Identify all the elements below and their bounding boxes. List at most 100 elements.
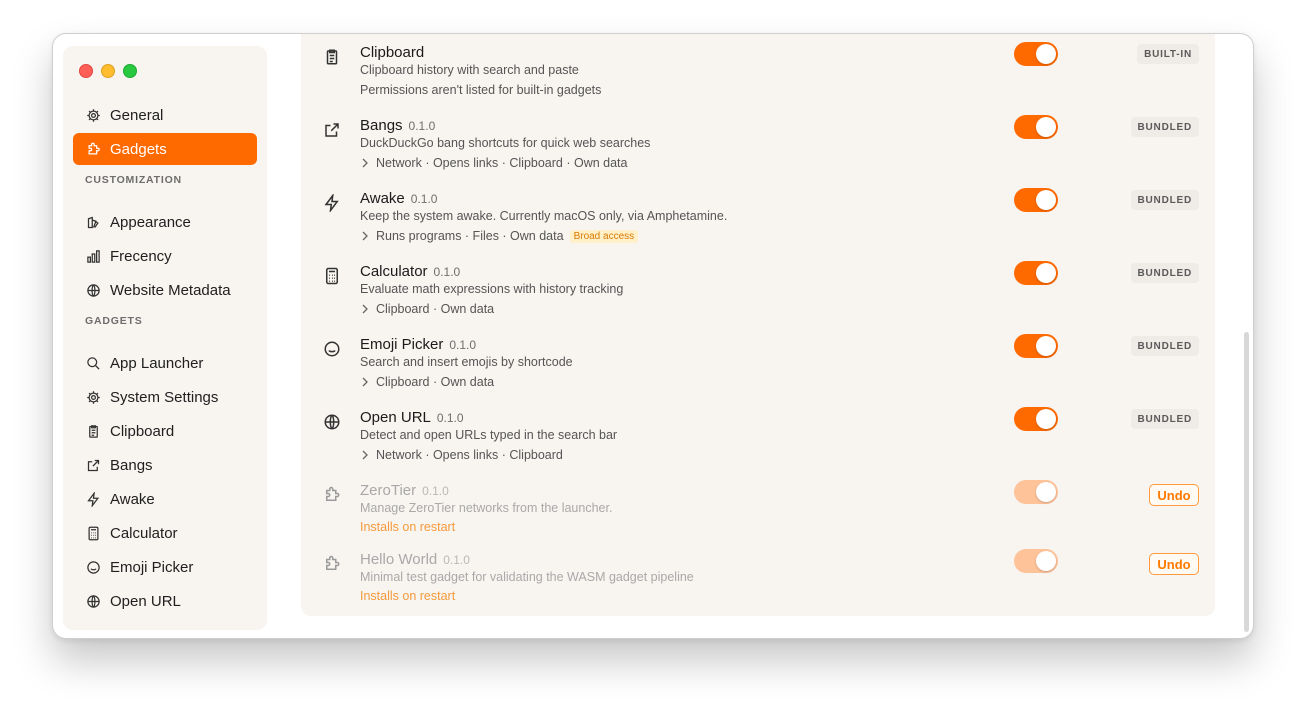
appearance-icon (85, 214, 101, 230)
gadget-badge: BUILT-IN (1137, 44, 1199, 64)
puzzle-icon (85, 141, 101, 157)
lightning-icon (321, 192, 343, 214)
gadget-permissions-expander[interactable]: Network · Opens links · Clipboard · Own … (360, 156, 627, 170)
undo-button[interactable]: Undo (1149, 553, 1199, 575)
clipboard-icon (321, 46, 343, 68)
sidebar-item-clipboard[interactable]: Clipboard (73, 415, 257, 447)
sidebar-item-label: App Launcher (110, 354, 204, 372)
sidebar-item-calculator[interactable]: Calculator (73, 517, 257, 549)
settings-window: General Gadgets CUSTOMIZATION Appearance… (52, 33, 1254, 639)
gadget-enable-toggle[interactable] (1014, 42, 1058, 66)
gadget-enable-toggle[interactable] (1014, 188, 1058, 212)
gadget-description: DuckDuckGo bang shortcuts for quick web … (360, 136, 651, 150)
gadget-name: Hello World (360, 551, 438, 568)
zoom-window-button[interactable] (123, 64, 137, 78)
minimize-window-button[interactable] (101, 64, 115, 78)
gadget-permissions-expander[interactable]: Runs programs · Files · Own data Broad a… (360, 229, 639, 243)
sidebar-item-bangs[interactable]: Bangs (73, 449, 257, 481)
sidebar-item-emoji-picker[interactable]: Emoji Picker (73, 551, 257, 583)
chevron-right-icon (360, 231, 370, 241)
gadget-enable-toggle[interactable] (1014, 480, 1058, 504)
toggle-knob (1036, 263, 1056, 283)
sidebar-item-label: Appearance (110, 213, 191, 231)
sidebar-item-label: Frecency (110, 247, 172, 265)
gadget-name: Emoji Picker (360, 336, 444, 353)
gadget-enable-toggle[interactable] (1014, 549, 1058, 573)
globe-icon (321, 411, 343, 433)
gadget-row-emoji-picker: Emoji Picker 0.1.0 Search and insert emo… (301, 326, 1215, 394)
gadget-enable-toggle[interactable] (1014, 334, 1058, 358)
globe-icon (85, 282, 101, 298)
gadget-permissions-expander[interactable]: Clipboard · Own data (360, 375, 494, 389)
gadget-permissions: Network · Opens links · Clipboard · Own … (376, 156, 628, 170)
calculator-icon (321, 265, 343, 287)
gadget-version: 0.1.0 (436, 411, 464, 425)
sidebar-item-website-metadata[interactable]: Website Metadata (73, 274, 257, 306)
gadget-description: Manage ZeroTier networks from the launch… (360, 501, 613, 515)
gadget-enable-toggle[interactable] (1014, 115, 1058, 139)
gadget-version: 0.1.0 (410, 192, 438, 206)
gadget-permissions-expander[interactable]: Network · Opens links · Clipboard (360, 448, 563, 462)
sidebar-item-appearance[interactable]: Appearance (73, 206, 257, 238)
sidebar-item-open-url[interactable]: Open URL (73, 585, 257, 617)
gadget-row-hello-world: Hello World 0.1.0 Minimal test gadget fo… (301, 541, 1215, 609)
gadget-badge: BUNDLED (1130, 117, 1199, 137)
toggle-knob (1036, 44, 1056, 64)
calculator-icon (85, 525, 101, 541)
sidebar-item-frecency[interactable]: Frecency (73, 240, 257, 272)
toggle-knob (1036, 551, 1056, 571)
gadget-badge: BUNDLED (1130, 190, 1199, 210)
sidebar-item-app-launcher[interactable]: App Launcher (73, 347, 257, 379)
sidebar-item-label: Open URL (110, 592, 181, 610)
gadget-row-awake: Awake 0.1.0 Keep the system awake. Curre… (301, 180, 1215, 248)
gadget-name: Bangs (360, 117, 403, 134)
gadget-badge: BUNDLED (1130, 263, 1199, 283)
puzzle-icon (321, 484, 343, 506)
scrollbar[interactable] (1244, 332, 1249, 632)
gadget-enable-toggle[interactable] (1014, 261, 1058, 285)
clipboard-icon (85, 423, 101, 439)
gadget-install-status: Installs on restart (360, 520, 456, 534)
toggle-knob (1036, 336, 1056, 356)
sidebar-item-system-settings[interactable]: System Settings (73, 381, 257, 413)
toggle-knob (1036, 409, 1056, 429)
chevron-right-icon (360, 450, 370, 460)
gadget-version: 0.1.0 (408, 119, 436, 133)
toggle-knob (1036, 482, 1056, 502)
smiley-icon (321, 338, 343, 360)
gadget-description: Minimal test gadget for validating the W… (360, 570, 694, 584)
gadget-row-bangs: Bangs 0.1.0 DuckDuckGo bang shortcuts fo… (301, 107, 1215, 175)
gadgets-list: Clipboard Clipboard history with search … (301, 34, 1215, 616)
external-link-icon (321, 119, 343, 141)
gadget-version: 0.1.0 (443, 553, 470, 567)
gadget-enable-toggle[interactable] (1014, 407, 1058, 431)
gadget-name: Calculator (360, 263, 428, 280)
sidebar-item-label: Gadgets (110, 140, 167, 158)
gear-icon (85, 389, 101, 405)
smiley-icon (85, 559, 101, 575)
external-link-icon (85, 457, 101, 473)
sidebar-item-gadgets[interactable]: Gadgets (73, 133, 257, 165)
chevron-right-icon (360, 377, 370, 387)
undo-button[interactable]: Undo (1149, 484, 1199, 506)
broad-access-badge: Broad access (569, 229, 639, 243)
sidebar-item-label: Clipboard (110, 422, 175, 440)
gadget-permissions: Clipboard · Own data (376, 302, 495, 316)
gadget-permissions-expander[interactable]: Clipboard · Own data (360, 302, 494, 316)
sidebar-item-label: Emoji Picker (110, 558, 194, 576)
sidebar-item-label: General (110, 106, 164, 124)
sidebar-item-general[interactable]: General (73, 99, 257, 131)
gadget-row-zerotier: ZeroTier 0.1.0 Manage ZeroTier networks … (301, 472, 1215, 540)
gadget-permissions-note: Permissions aren't listed for built-in g… (360, 83, 602, 97)
gadget-name: Open URL (360, 409, 431, 426)
traffic-lights (79, 64, 137, 78)
toggle-knob (1036, 190, 1056, 210)
close-window-button[interactable] (79, 64, 93, 78)
sidebar-item-label: Calculator (110, 524, 178, 542)
gadget-badge: BUNDLED (1130, 336, 1199, 356)
sidebar-item-awake[interactable]: Awake (73, 483, 257, 515)
sidebar-item-label: System Settings (110, 388, 219, 406)
gadget-row-open-url: Open URL 0.1.0 Detect and open URLs type… (301, 399, 1215, 467)
search-icon (85, 355, 101, 371)
gadget-description: Detect and open URLs typed in the search… (360, 428, 618, 442)
